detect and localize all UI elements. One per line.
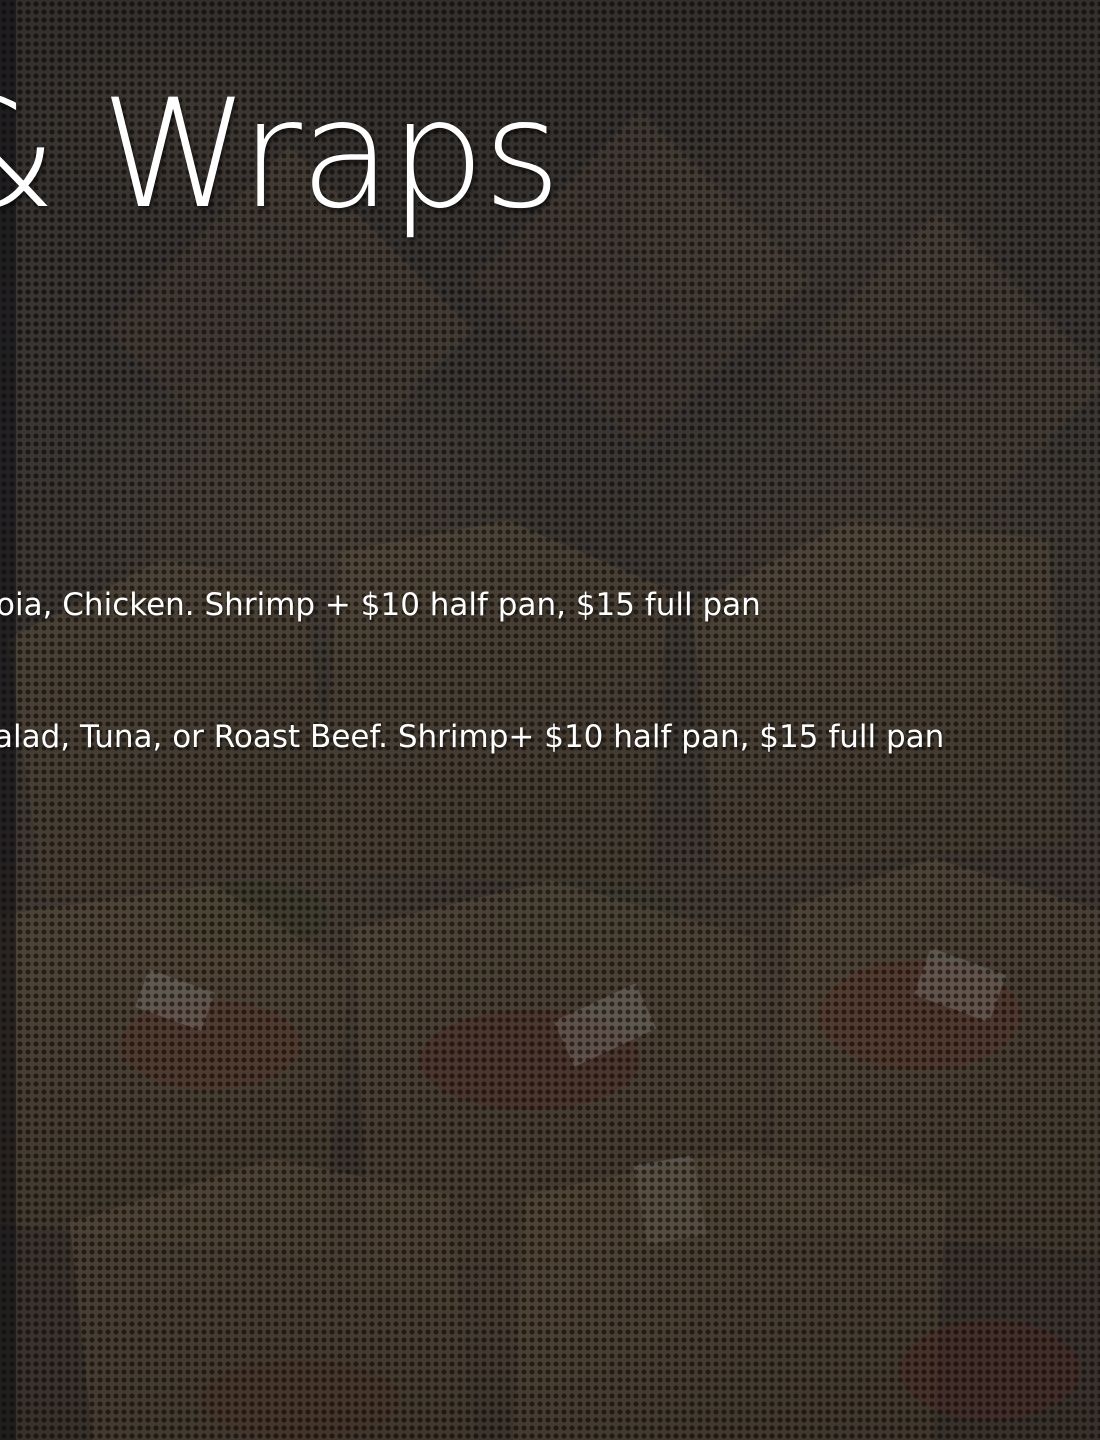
menu-item-line: alad, Tuna, or Roast Beef. Shrimp+ $10 h…: [0, 719, 945, 755]
slide-title: & Wraps: [0, 68, 561, 242]
menu-slide: & Wraps oia, Chicken. Shrimp + $10 half …: [0, 0, 1100, 1440]
menu-item-line: oia, Chicken. Shrimp + $10 half pan, $15…: [0, 587, 761, 623]
